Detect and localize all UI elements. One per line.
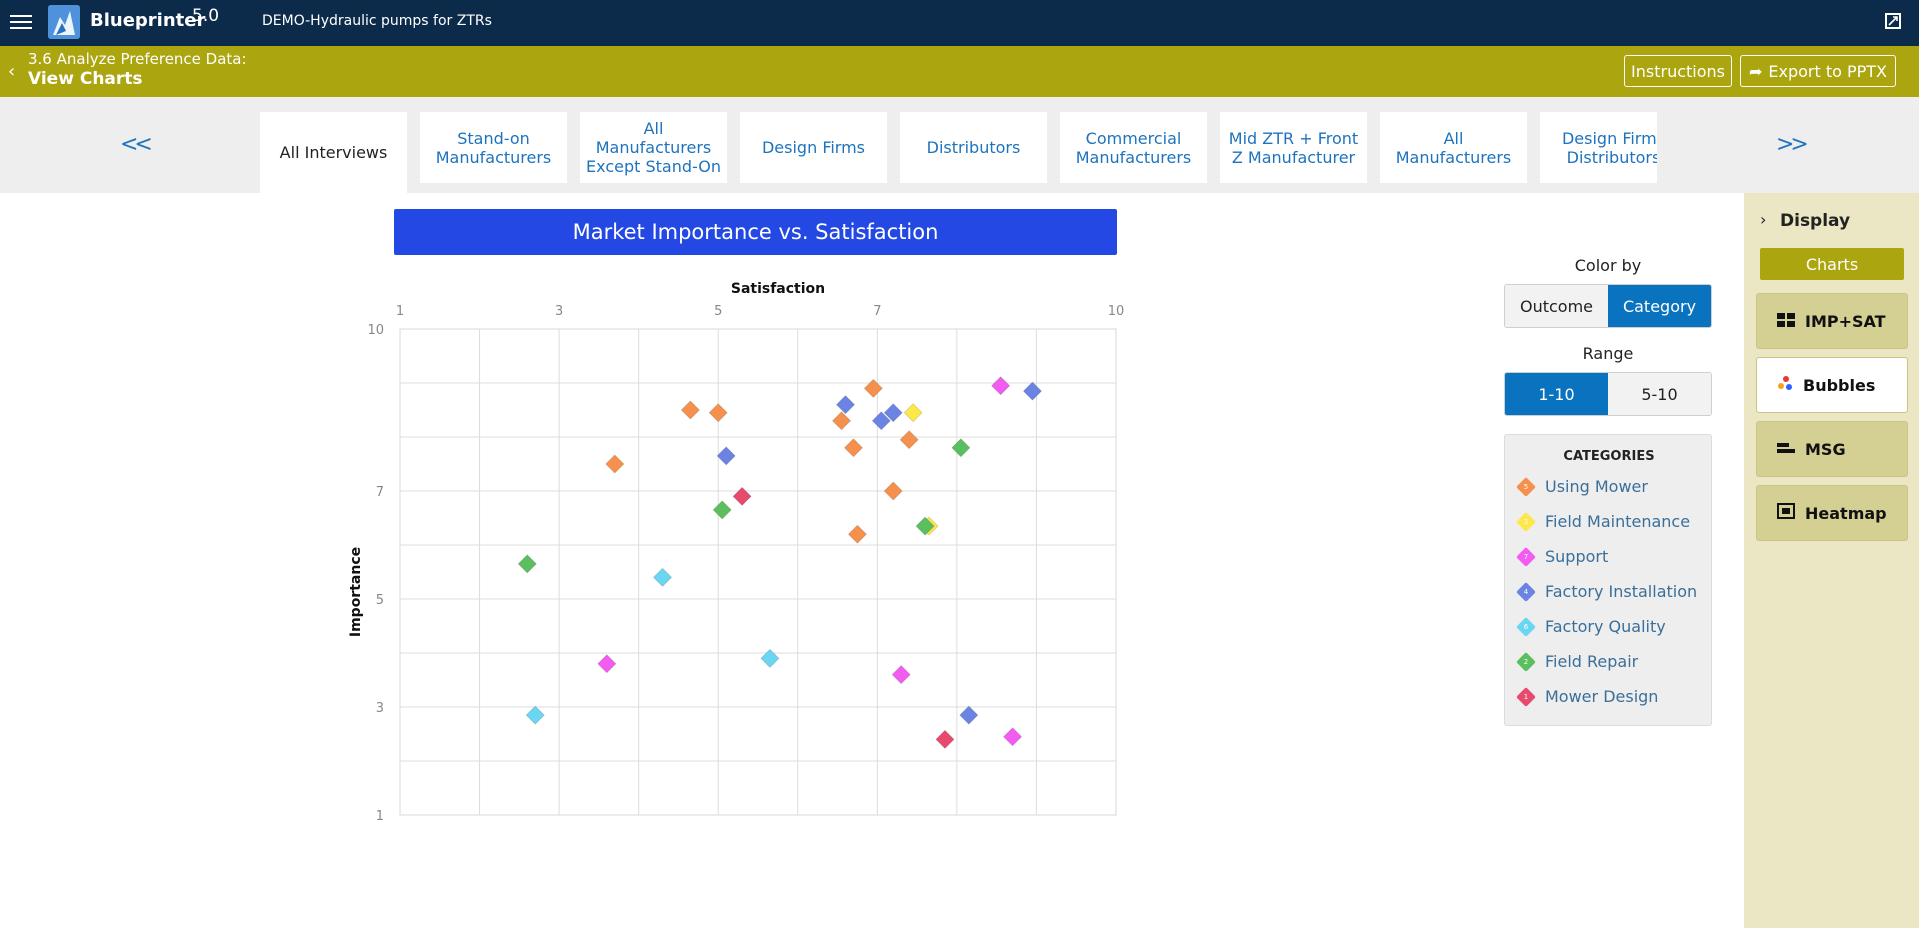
display-heading[interactable]: Display bbox=[1780, 211, 1850, 231]
tab-mid-ztr-front-z[interactable]: Mid ZTR + Front Z Manufacturer bbox=[1220, 112, 1367, 183]
range-5-10-button[interactable]: 5-10 bbox=[1608, 373, 1711, 415]
heatmap-label: Heatmap bbox=[1805, 503, 1887, 523]
page-title: View Charts bbox=[28, 69, 143, 89]
heatmap-icon bbox=[1777, 503, 1795, 523]
brand-name: Blueprinter bbox=[90, 10, 206, 31]
category-label: Field Maintenance bbox=[1545, 512, 1691, 531]
charts-tag: Charts bbox=[1760, 248, 1904, 280]
msg-icon bbox=[1777, 440, 1795, 459]
category-diamond-icon: 1 bbox=[1516, 686, 1536, 707]
y-tick-label: 7 bbox=[376, 485, 384, 500]
category-label: Field Repair bbox=[1545, 652, 1639, 671]
chart-title: Market Importance vs. Satisfaction bbox=[394, 209, 1117, 255]
tab-all-manufacturers-except-stand-on[interactable]: All Manufacturers Except Stand-On bbox=[580, 112, 727, 183]
x-tick-label: 5 bbox=[714, 304, 722, 319]
range-label: Range bbox=[1582, 344, 1634, 363]
y-tick-label: 10 bbox=[367, 323, 384, 338]
tab-design-firms-distributors[interactable]: Design Firms Distributors bbox=[1540, 112, 1657, 183]
export-label: Export to PPTX bbox=[1768, 61, 1888, 81]
back-chevron-icon[interactable]: ‹ bbox=[8, 61, 15, 82]
y-tick-label: 5 bbox=[376, 593, 384, 608]
x-tick-label: 10 bbox=[1108, 304, 1125, 319]
segment-tabs: << All Interviews Stand-on Manufacturers… bbox=[0, 97, 1919, 193]
x-tick-label: 1 bbox=[396, 304, 404, 319]
bubbles-button[interactable]: Bubbles bbox=[1756, 357, 1908, 413]
category-item[interactable]: 3 Field Maintenance bbox=[1516, 511, 1691, 532]
y-tick-label: 3 bbox=[376, 701, 384, 716]
tab-distributors[interactable]: Distributors bbox=[900, 112, 1047, 183]
bubbles-label: Bubbles bbox=[1803, 375, 1876, 395]
tab-commercial-manufacturers[interactable]: Commercial Manufacturers bbox=[1060, 112, 1207, 183]
category-item[interactable]: 4 Factory Installation bbox=[1516, 581, 1698, 602]
tab-design-firms[interactable]: Design Firms bbox=[740, 112, 887, 183]
imp-sat-label: IMP+SAT bbox=[1805, 311, 1886, 331]
x-tick-label: 7 bbox=[873, 304, 881, 319]
display-sidebar: › Display Charts IMP+SAT Bubbles MSG Hea… bbox=[1744, 193, 1919, 928]
msg-label: MSG bbox=[1805, 439, 1846, 459]
y-tick-label: 1 bbox=[376, 809, 384, 824]
tab-all-interviews[interactable]: All Interviews bbox=[260, 112, 407, 193]
color-by-label: Color by bbox=[1574, 256, 1642, 275]
categories-heading: CATEGORIES bbox=[1563, 449, 1655, 464]
range-toggle: 1-10 5-10 bbox=[1504, 372, 1712, 416]
share-arrow-icon: ➦ bbox=[1748, 61, 1763, 81]
category-diamond-icon: 5 bbox=[1516, 476, 1536, 497]
blueprinter-logo bbox=[48, 5, 80, 39]
step-label: 3.6 Analyze Preference Data: bbox=[28, 50, 247, 68]
category-label: Factory Quality bbox=[1545, 617, 1666, 636]
project-title: DEMO-Hydraulic pumps for ZTRs bbox=[262, 13, 492, 29]
color-by-category-button[interactable]: Category bbox=[1608, 285, 1711, 327]
range-1-10-button[interactable]: 1-10 bbox=[1505, 373, 1608, 415]
category-diamond-icon: 7 bbox=[1516, 546, 1536, 567]
category-item[interactable]: 5 Using Mower bbox=[1516, 476, 1648, 497]
category-diamond-icon: 2 bbox=[1516, 651, 1536, 672]
category-label: Using Mower bbox=[1545, 477, 1648, 496]
heatmap-button[interactable]: Heatmap bbox=[1756, 485, 1908, 541]
x-tick-label: 3 bbox=[555, 304, 563, 319]
y-axis-label: Importance bbox=[348, 547, 364, 637]
x-axis-label: Satisfaction bbox=[731, 281, 825, 297]
top-bar: Blueprinter 5.0 DEMO-Hydraulic pumps for… bbox=[0, 0, 1919, 46]
scatter-chart: 1 3 5 7 10135710SatisfactionImportance bbox=[348, 281, 1125, 824]
tabs-prev-icon[interactable]: << bbox=[120, 132, 153, 157]
chevron-right-icon[interactable]: › bbox=[1760, 210, 1766, 229]
imp-sat-button[interactable]: IMP+SAT bbox=[1756, 293, 1908, 349]
color-by-outcome-button[interactable]: Outcome bbox=[1505, 285, 1608, 327]
category-label: Mower Design bbox=[1545, 687, 1659, 706]
tabs-viewport: All Interviews Stand-on Manufacturers Al… bbox=[260, 112, 1657, 193]
category-diamond-icon: 6 bbox=[1516, 616, 1536, 637]
color-by-toggle: Outcome Category bbox=[1504, 284, 1712, 328]
category-item[interactable]: 7 Support bbox=[1516, 546, 1609, 567]
instructions-button[interactable]: Instructions bbox=[1624, 55, 1732, 87]
bubbles-icon bbox=[1777, 375, 1793, 395]
page-header: ‹ 3.6 Analyze Preference Data: View Char… bbox=[0, 46, 1919, 97]
category-item[interactable]: 1 Mower Design bbox=[1516, 686, 1659, 707]
menu-icon[interactable] bbox=[10, 12, 32, 32]
msg-button[interactable]: MSG bbox=[1756, 421, 1908, 477]
category-item[interactable]: 6 Factory Quality bbox=[1516, 616, 1666, 637]
tabs-next-icon[interactable]: >> bbox=[1776, 132, 1809, 157]
category-label: Factory Installation bbox=[1545, 582, 1698, 601]
export-pptx-button[interactable]: ➦ Export to PPTX bbox=[1740, 55, 1896, 87]
fullscreen-icon[interactable] bbox=[1885, 13, 1901, 29]
categories-legend: CATEGORIES 5 Using Mower 3 Field Maintenanc… bbox=[1504, 434, 1712, 726]
brand-version: 5.0 bbox=[192, 6, 220, 26]
category-diamond-icon: 4 bbox=[1516, 581, 1536, 602]
imp-sat-icon bbox=[1777, 312, 1795, 331]
category-label: Support bbox=[1545, 547, 1609, 566]
tab-stand-on-manufacturers[interactable]: Stand-on Manufacturers bbox=[420, 112, 567, 183]
category-item[interactable]: 2 Field Repair bbox=[1516, 651, 1639, 672]
tab-all-manufacturers[interactable]: All Manufacturers bbox=[1380, 112, 1527, 183]
category-diamond-icon: 3 bbox=[1516, 511, 1536, 532]
